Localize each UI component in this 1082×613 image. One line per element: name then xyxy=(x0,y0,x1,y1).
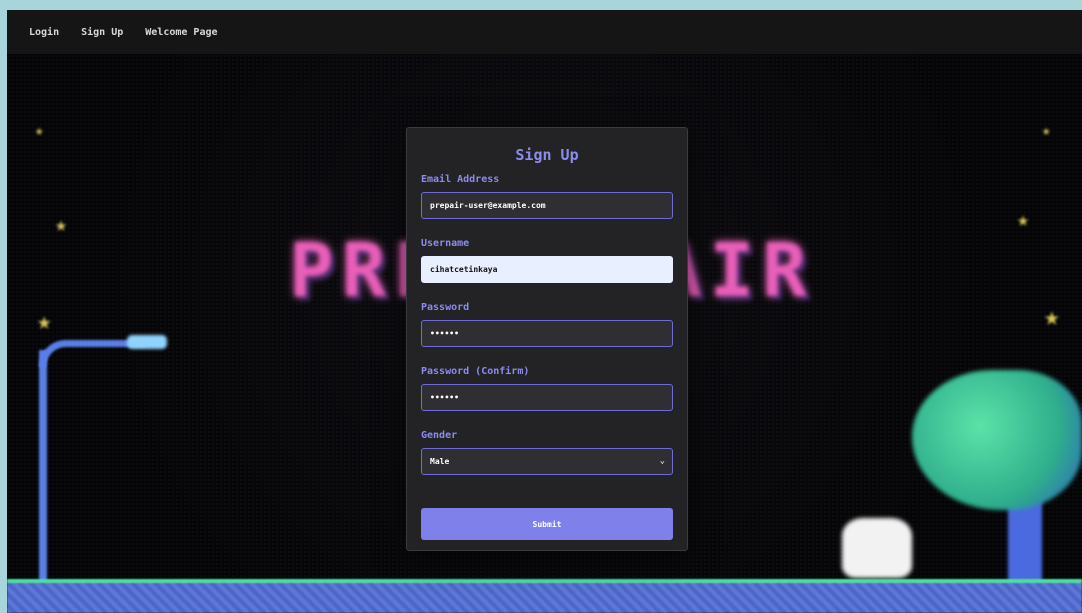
chevron-down-icon: ⌄ xyxy=(659,456,665,466)
star-icon: ★ xyxy=(55,212,68,236)
nav-signup-link[interactable]: Sign Up xyxy=(81,27,123,38)
nav-login-link[interactable]: Login xyxy=(29,27,59,38)
gender-label: Gender xyxy=(421,430,458,441)
pixel-cat xyxy=(842,518,912,578)
username-field[interactable] xyxy=(421,256,673,283)
submit-button[interactable]: Submit xyxy=(421,508,673,540)
gender-selected-value: Male xyxy=(430,457,450,466)
email-field[interactable] xyxy=(421,192,673,219)
star-icon: ★ xyxy=(35,123,44,139)
email-label: Email Address xyxy=(421,174,500,185)
star-icon: ★ xyxy=(37,307,52,335)
browser-viewport: Login Sign Up Welcome Page ★ ★ ★ ★ ★ ★ P… xyxy=(7,10,1082,613)
star-icon: ★ xyxy=(1017,207,1030,231)
ground-strip xyxy=(7,579,1082,613)
star-icon: ★ xyxy=(1044,302,1060,332)
signup-form-card: Sign Up Email Address Username Password … xyxy=(406,127,688,551)
password-label: Password xyxy=(421,302,470,313)
password-field[interactable] xyxy=(421,320,673,347)
password-confirm-label: Password (Confirm) xyxy=(421,366,530,377)
password-confirm-field[interactable] xyxy=(421,384,673,411)
street-lamp-light xyxy=(127,335,167,349)
username-label: Username xyxy=(421,238,470,249)
star-icon: ★ xyxy=(1042,123,1051,139)
street-lamp-pole xyxy=(39,350,47,586)
gender-select[interactable]: Male ⌄ xyxy=(421,448,673,475)
top-navbar: Login Sign Up Welcome Page xyxy=(7,10,1082,54)
nav-welcome-link[interactable]: Welcome Page xyxy=(145,27,217,38)
form-title: Sign Up xyxy=(515,146,579,164)
